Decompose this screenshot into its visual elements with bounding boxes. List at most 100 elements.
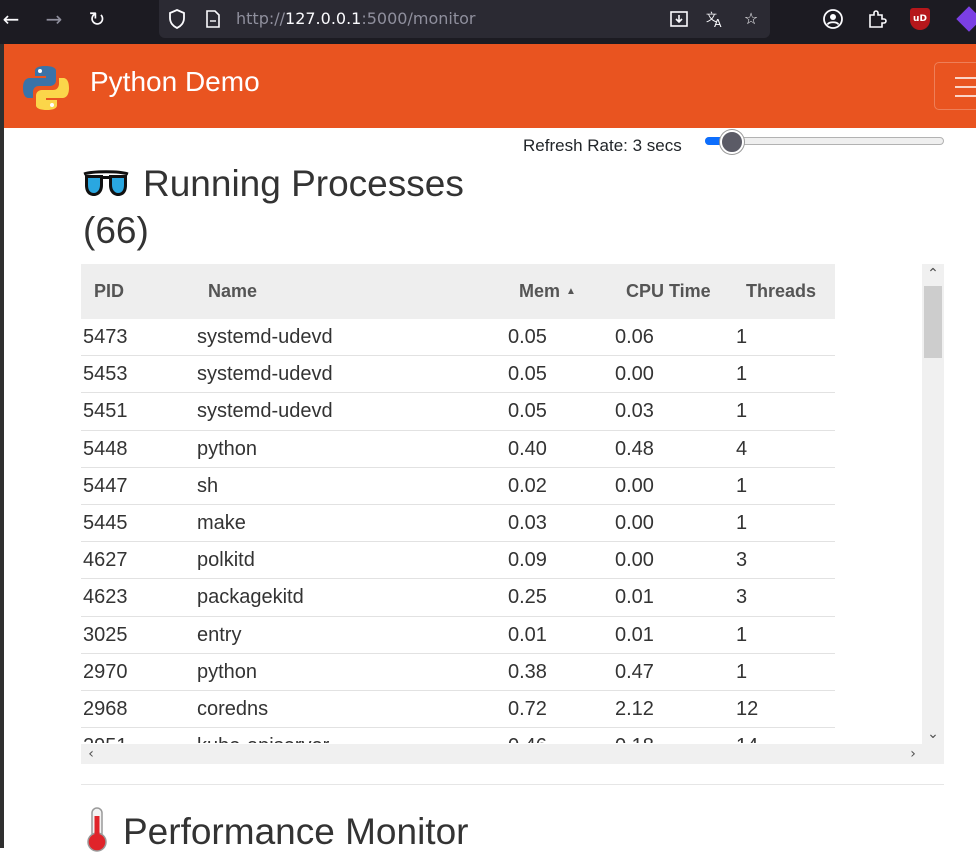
- running-processes-title: Running Processes: [143, 163, 464, 204]
- cell-threads: 1: [736, 363, 748, 386]
- cell-pid: 2951: [83, 735, 128, 743]
- cell-cpu: 0.00: [615, 549, 654, 572]
- refresh-rate-label: Refresh Rate: 3 secs: [523, 136, 682, 155]
- table-row[interactable]: 5453 systemd-udevd 0.05 0.00 1: [81, 356, 835, 394]
- cell-cpu: 0.48: [615, 437, 654, 460]
- back-icon[interactable]: ←: [0, 8, 22, 30]
- url-scheme: http://: [236, 9, 286, 28]
- thermometer-icon: [87, 807, 107, 852]
- account-icon[interactable]: [822, 8, 844, 30]
- cell-pid: 5448: [83, 437, 128, 460]
- url-text[interactable]: http://127.0.0.1:5000/monitor: [236, 9, 475, 28]
- vertical-scroll-thumb[interactable]: [924, 286, 942, 358]
- navbar: Python Demo: [4, 44, 976, 128]
- cell-name: packagekitd: [197, 586, 304, 609]
- cell-mem: 0.05: [508, 400, 547, 423]
- cell-pid: 5473: [83, 326, 128, 348]
- column-header-pid[interactable]: PID: [94, 281, 124, 302]
- table-row[interactable]: 5448 python 0.40 0.48 4: [81, 431, 835, 468]
- cell-mem: 0.38: [508, 660, 547, 683]
- process-count: (66): [83, 210, 149, 251]
- shield-icon[interactable]: [167, 9, 187, 29]
- table-header: PID Name Mem ▲ CPU Time Threads: [81, 264, 835, 319]
- translate-icon[interactable]: 文A: [705, 9, 725, 30]
- url-path: :5000/monitor: [361, 9, 476, 28]
- cell-threads: 12: [736, 698, 759, 720]
- url-bar[interactable]: http://127.0.0.1:5000/monitor 文A ☆: [159, 0, 770, 38]
- cell-name: polkitd: [197, 549, 255, 572]
- cell-name: coredns: [197, 698, 269, 720]
- cell-mem: 0.46: [508, 735, 547, 743]
- scroll-down-icon[interactable]: ⌄: [922, 724, 944, 744]
- browser-toolbar: ← → ↻ http://127.0.0.1:5000/monitor 文A ☆…: [0, 0, 976, 44]
- section-divider: [81, 784, 944, 785]
- cell-threads: 1: [736, 623, 748, 646]
- cell-cpu: 0.01: [615, 586, 654, 609]
- table-row[interactable]: 4627 polkitd 0.09 0.00 3: [81, 542, 835, 580]
- sunglasses-icon: [83, 170, 129, 196]
- save-to-pocket-icon[interactable]: [669, 9, 689, 29]
- table-row[interactable]: 5473 systemd-udevd 0.05 0.06 1: [81, 319, 835, 357]
- page-frame-border: [0, 44, 4, 848]
- table-row[interactable]: 5445 make 0.03 0.00 1: [81, 505, 835, 543]
- page-info-icon[interactable]: [203, 9, 223, 29]
- scroll-up-icon[interactable]: ⌃: [922, 264, 944, 284]
- table-vertical-scrollbar[interactable]: ⌃ ⌄: [922, 264, 944, 744]
- cell-name: kube-apiserver: [197, 735, 329, 743]
- refresh-rate-slider-thumb[interactable]: [720, 130, 744, 154]
- cell-name: systemd-udevd: [197, 400, 333, 423]
- table-row[interactable]: 2951 kube-apiserver 0.46 0.18 14: [81, 728, 835, 743]
- column-header-mem[interactable]: Mem ▲: [519, 281, 576, 302]
- reload-icon[interactable]: ↻: [86, 8, 108, 30]
- scroll-left-icon[interactable]: ‹: [81, 744, 101, 764]
- cell-threads: 1: [736, 474, 748, 497]
- table-row[interactable]: 2970 python 0.38 0.47 1: [81, 654, 835, 691]
- scroll-right-icon[interactable]: ›: [903, 744, 923, 764]
- extensions-puzzle-icon[interactable]: [866, 8, 888, 30]
- navbar-brand[interactable]: Python Demo: [90, 66, 260, 98]
- cell-cpu: 0.06: [615, 326, 654, 348]
- cell-cpu: 0.00: [615, 512, 654, 534]
- column-header-name[interactable]: Name: [208, 281, 257, 302]
- cell-pid: 5445: [83, 512, 128, 534]
- cell-cpu: 0.47: [615, 660, 654, 683]
- table-row[interactable]: 2968 coredns 0.72 2.12 12: [81, 691, 835, 729]
- cell-cpu: 0.18: [615, 735, 654, 743]
- table-row[interactable]: 3025 entry 0.01 0.01 1: [81, 617, 835, 654]
- cell-threads: 3: [736, 586, 748, 609]
- bookmark-star-icon[interactable]: ☆: [741, 9, 761, 29]
- cell-pid: 3025: [83, 623, 128, 646]
- url-host: 127.0.0.1: [285, 9, 362, 28]
- column-header-threads[interactable]: Threads: [746, 281, 816, 302]
- cell-name: entry: [197, 623, 242, 646]
- cell-cpu: 0.03: [615, 400, 654, 423]
- cell-threads: 4: [736, 437, 748, 460]
- table-horizontal-scrollbar[interactable]: ‹ ›: [81, 744, 944, 764]
- ublock-extension-icon[interactable]: uD: [910, 8, 930, 30]
- cell-pid: 2968: [83, 698, 128, 720]
- cell-threads: 1: [736, 400, 748, 423]
- cell-name: make: [197, 512, 246, 534]
- cell-mem: 0.25: [508, 586, 547, 609]
- cell-cpu: 0.00: [615, 363, 654, 386]
- cell-mem: 0.05: [508, 326, 547, 348]
- cell-mem: 0.40: [508, 437, 547, 460]
- python-logo-icon[interactable]: [22, 65, 70, 111]
- process-table: PID Name Mem ▲ CPU Time Threads 5473 syste…: [81, 264, 944, 764]
- running-processes-heading: Running Processes (66): [83, 160, 523, 254]
- cell-mem: 0.09: [508, 549, 547, 572]
- navbar-toggler-button[interactable]: [934, 62, 976, 110]
- performance-monitor-title: Performance Monitor: [123, 811, 469, 852]
- table-row[interactable]: 4623 packagekitd 0.25 0.01 3: [81, 579, 835, 617]
- cell-pid: 5451: [83, 400, 128, 423]
- table-row[interactable]: 5447 sh 0.02 0.00 1: [81, 468, 835, 505]
- column-header-cpu-time[interactable]: CPU Time: [626, 281, 711, 302]
- cell-name: systemd-udevd: [197, 363, 333, 386]
- cell-threads: 1: [736, 660, 748, 683]
- cell-pid: 2970: [83, 660, 128, 683]
- cell-mem: 0.72: [508, 698, 547, 720]
- table-row[interactable]: 5451 systemd-udevd 0.05 0.03 1: [81, 393, 835, 431]
- forward-icon[interactable]: →: [43, 8, 65, 30]
- cell-threads: 14: [736, 735, 758, 743]
- extension-icon[interactable]: [956, 6, 976, 32]
